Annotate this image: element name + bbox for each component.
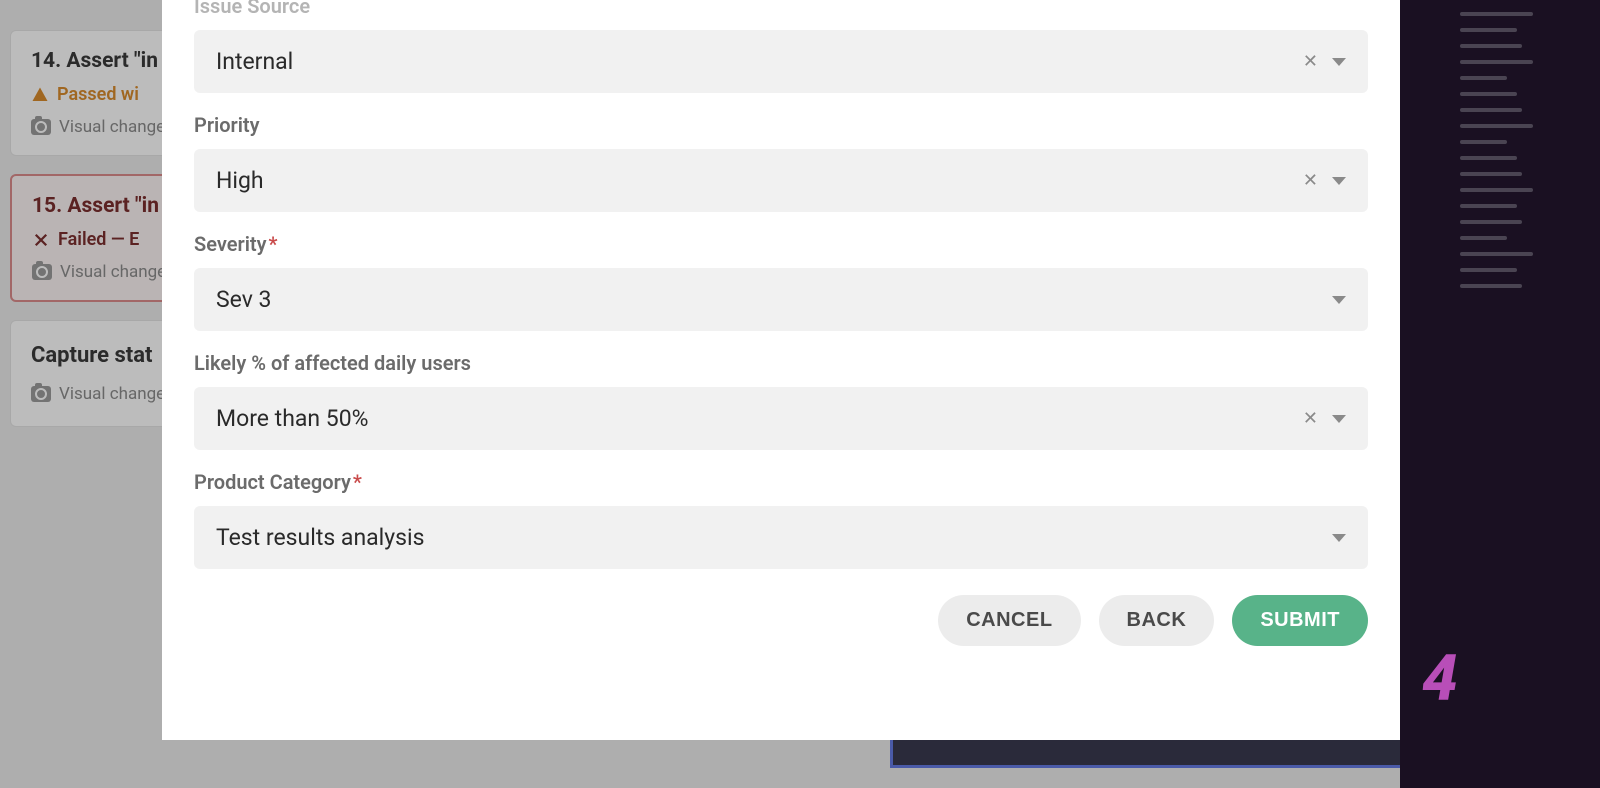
skeleton-line [1460,124,1533,128]
chevron-down-icon[interactable] [1332,58,1346,66]
form-group-affected: Likely % of affected daily users More th… [194,351,1368,450]
skeleton-line [1460,236,1507,240]
select-severity[interactable]: Sev 3 [194,268,1368,331]
clear-icon[interactable]: ✕ [1303,51,1318,72]
required-asterisk: * [269,232,278,256]
select-affected[interactable]: More than 50% ✕ [194,387,1368,450]
skeleton-lines [1400,0,1600,288]
select-value: More than 50% [216,405,369,432]
skeleton-line [1460,156,1517,160]
chevron-down-icon[interactable] [1332,296,1346,304]
select-actions: ✕ [1303,408,1346,429]
select-actions: ✕ [1303,170,1346,191]
label-text: Severity [194,232,267,256]
skeleton-line [1460,140,1507,144]
skeleton-line [1460,188,1533,192]
skeleton-line [1460,28,1517,32]
skeleton-line [1460,108,1522,112]
form-label-issue-source: Issue Source [194,0,1368,18]
select-priority[interactable]: High ✕ [194,149,1368,212]
form-group-priority: Priority High ✕ [194,113,1368,212]
select-product-category[interactable]: Test results analysis [194,506,1368,569]
select-value: Sev 3 [216,286,271,313]
issue-form-modal: Issue Source Internal ✕ Priority High ✕ … [162,0,1400,740]
cancel-button[interactable]: CANCEL [938,595,1080,646]
skeleton-line [1460,172,1522,176]
step-number-badge: 4 [1422,641,1458,716]
form-group-product-category: Product Category* Test results analysis [194,470,1368,569]
skeleton-line [1460,44,1522,48]
select-value: Internal [216,48,293,75]
clear-icon[interactable]: ✕ [1303,408,1318,429]
select-issue-source[interactable]: Internal ✕ [194,30,1368,93]
select-actions [1332,534,1346,542]
chevron-down-icon[interactable] [1332,177,1346,185]
skeleton-line [1460,220,1522,224]
submit-button[interactable]: SUBMIT [1232,595,1368,646]
select-value: High [216,167,264,194]
right-preview-panel: 4 [1400,0,1600,788]
modal-footer: CANCEL BACK SUBMIT [194,595,1368,646]
form-group-severity: Severity* Sev 3 [194,232,1368,331]
chevron-down-icon[interactable] [1332,534,1346,542]
form-label-product-category: Product Category* [194,470,1368,494]
required-asterisk: * [353,470,362,494]
clear-icon[interactable]: ✕ [1303,170,1318,191]
form-group-issue-source: Internal ✕ [194,30,1368,93]
skeleton-line [1460,12,1533,16]
skeleton-line [1460,268,1517,272]
select-actions: ✕ [1303,51,1346,72]
label-text: Product Category [194,470,351,494]
form-label-severity: Severity* [194,232,1368,256]
skeleton-line [1460,92,1517,96]
skeleton-line [1460,60,1533,64]
form-label-priority: Priority [194,113,1368,137]
skeleton-line [1460,284,1522,288]
back-button[interactable]: BACK [1099,595,1215,646]
skeleton-line [1460,252,1533,256]
select-actions [1332,296,1346,304]
select-value: Test results analysis [216,524,424,551]
skeleton-line [1460,204,1517,208]
skeleton-line [1460,76,1507,80]
chevron-down-icon[interactable] [1332,415,1346,423]
form-label-affected: Likely % of affected daily users [194,351,1368,375]
